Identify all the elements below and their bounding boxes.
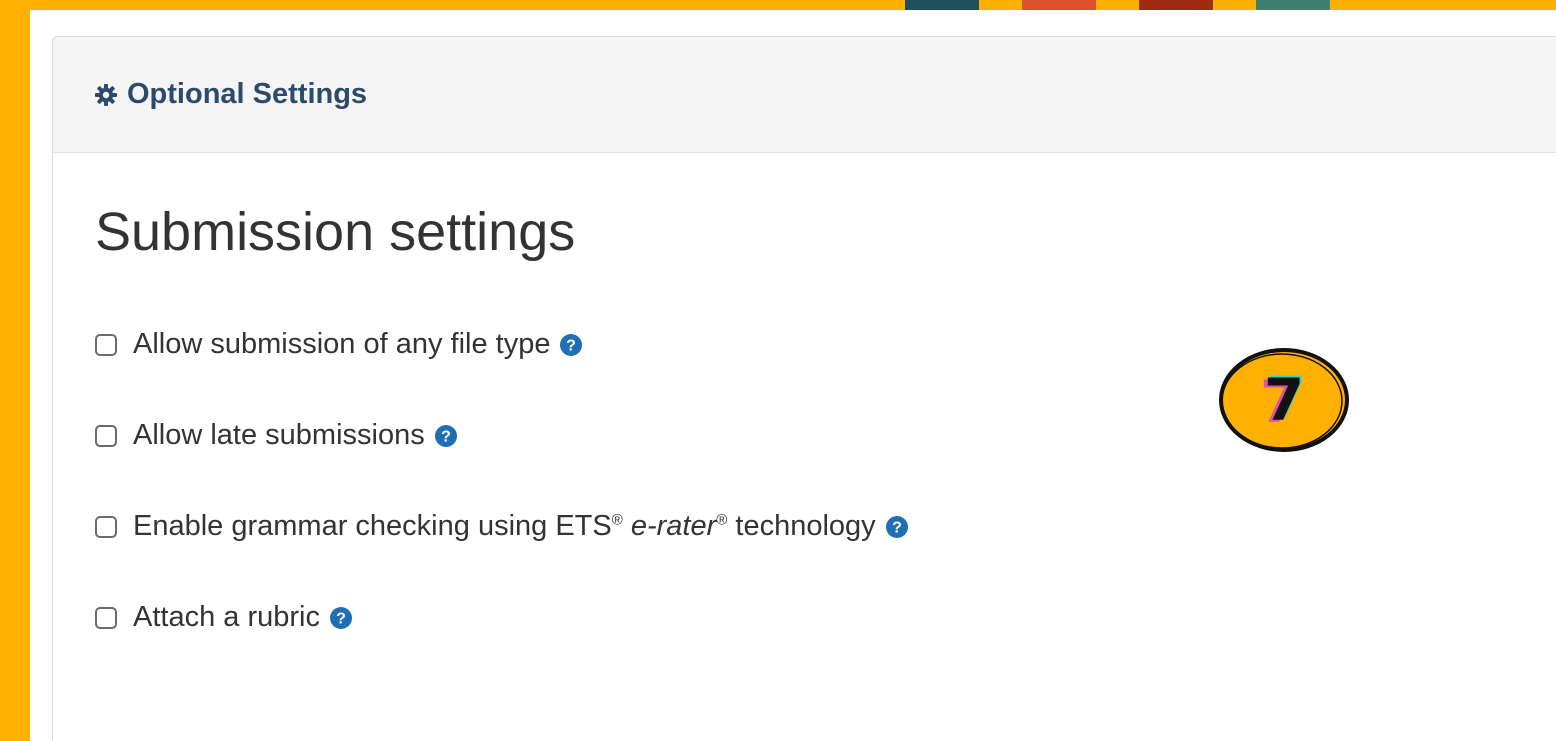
screenshot-frame: Optional Settings Submission settings Al… [0, 0, 1556, 741]
gear-icon [93, 82, 119, 108]
panel-heading[interactable]: Optional Settings [53, 37, 1556, 153]
registered-mark: ® [611, 511, 623, 529]
decor-block-1 [905, 0, 979, 10]
panel-title: Optional Settings [127, 78, 368, 110]
option-label[interactable]: Allow submission of any file type [133, 328, 550, 361]
svg-text:?: ? [892, 519, 902, 536]
erater-name: e-rater [630, 510, 717, 542]
svg-text:?: ? [567, 337, 577, 354]
svg-text:?: ? [441, 428, 451, 445]
question-circle-icon[interactable]: ? [558, 332, 584, 358]
attach-rubric-checkbox[interactable] [95, 606, 117, 629]
decor-block-3 [1139, 0, 1213, 10]
question-circle-icon[interactable]: ? [884, 514, 910, 540]
section-title: Submission settings [95, 202, 576, 262]
option-label[interactable]: Allow late submissions [133, 419, 425, 452]
option-label[interactable]: Enable grammar checking using ETS® e-rat… [133, 510, 876, 543]
decor-block-2 [1022, 0, 1096, 10]
decor-block-4 [1256, 0, 1330, 10]
option-label[interactable]: Attach a rubric [133, 601, 320, 634]
question-circle-icon[interactable]: ? [433, 423, 459, 449]
question-circle-icon[interactable]: ? [328, 605, 354, 631]
step-number-badge: 7 [1216, 346, 1352, 454]
registered-mark: ® [716, 511, 728, 529]
grammar-checking-checkbox[interactable] [95, 515, 117, 538]
late-submissions-checkbox[interactable] [95, 424, 117, 447]
option-grammar-checking: Enable grammar checking using ETS® e-rat… [95, 507, 1556, 547]
label-text: Enable grammar checking using ETS [133, 510, 612, 542]
svg-text:?: ? [336, 610, 346, 627]
option-attach-rubric: Attach a rubric ? [95, 598, 1556, 638]
any-file-type-checkbox[interactable] [95, 333, 117, 356]
step-number: 7 [1263, 366, 1305, 434]
label-text: technology [727, 510, 876, 542]
